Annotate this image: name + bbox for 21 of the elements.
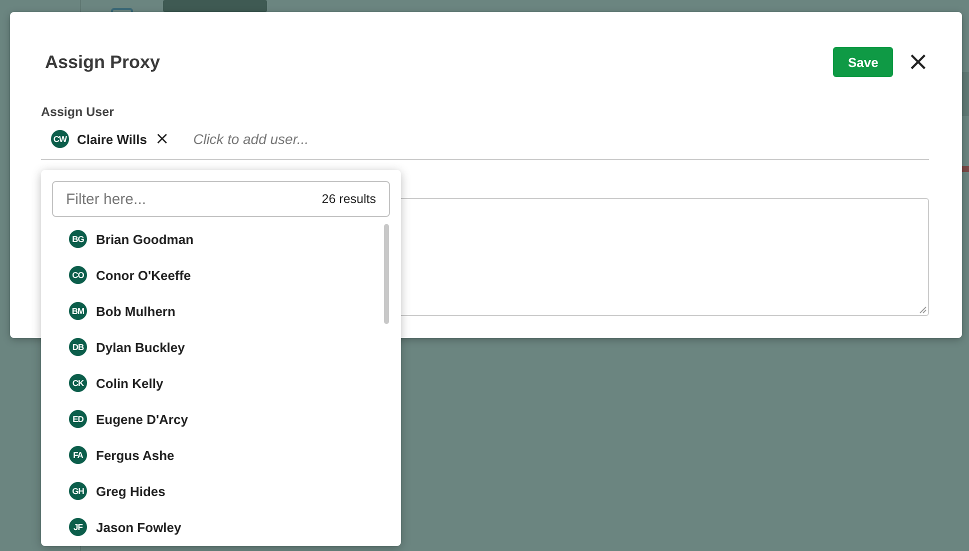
user-option[interactable]: FA Fergus Ashe bbox=[52, 437, 390, 473]
resize-grip-icon[interactable] bbox=[919, 306, 927, 314]
remove-button[interactable]: × bbox=[154, 130, 170, 148]
field-label: Assign User bbox=[41, 105, 115, 119]
user-option[interactable]: ED Eugene D'Arcy bbox=[52, 401, 390, 437]
close-button[interactable]: × bbox=[907, 49, 929, 75]
user-option[interactable]: BG Brian Goodman bbox=[52, 221, 390, 257]
user-option[interactable]: CO Conor O'Keeffe bbox=[52, 257, 390, 293]
user-option[interactable]: DB Dylan Buckley bbox=[52, 329, 390, 365]
user-option[interactable]: BM Bob Mulhern bbox=[52, 293, 390, 329]
scrollbar-thumb[interactable] bbox=[384, 224, 389, 324]
user-option[interactable]: CK Colin Kelly bbox=[52, 365, 390, 401]
user-chip-name: Claire Wills bbox=[77, 132, 147, 146]
user-field[interactable]: CW Claire Wills × Click to add user... bbox=[41, 119, 929, 160]
filter-field[interactable]: Filter here... 26 results bbox=[52, 181, 390, 217]
user-option[interactable]: GH Greg Hides bbox=[52, 473, 390, 509]
dialog-title: Assign Proxy bbox=[45, 52, 162, 72]
results-count: 26 results bbox=[322, 192, 376, 206]
user-initials: CW bbox=[51, 130, 69, 148]
user-option[interactable]: JF Jason Fowley bbox=[52, 509, 390, 545]
save-button[interactable]: Save bbox=[833, 47, 894, 77]
